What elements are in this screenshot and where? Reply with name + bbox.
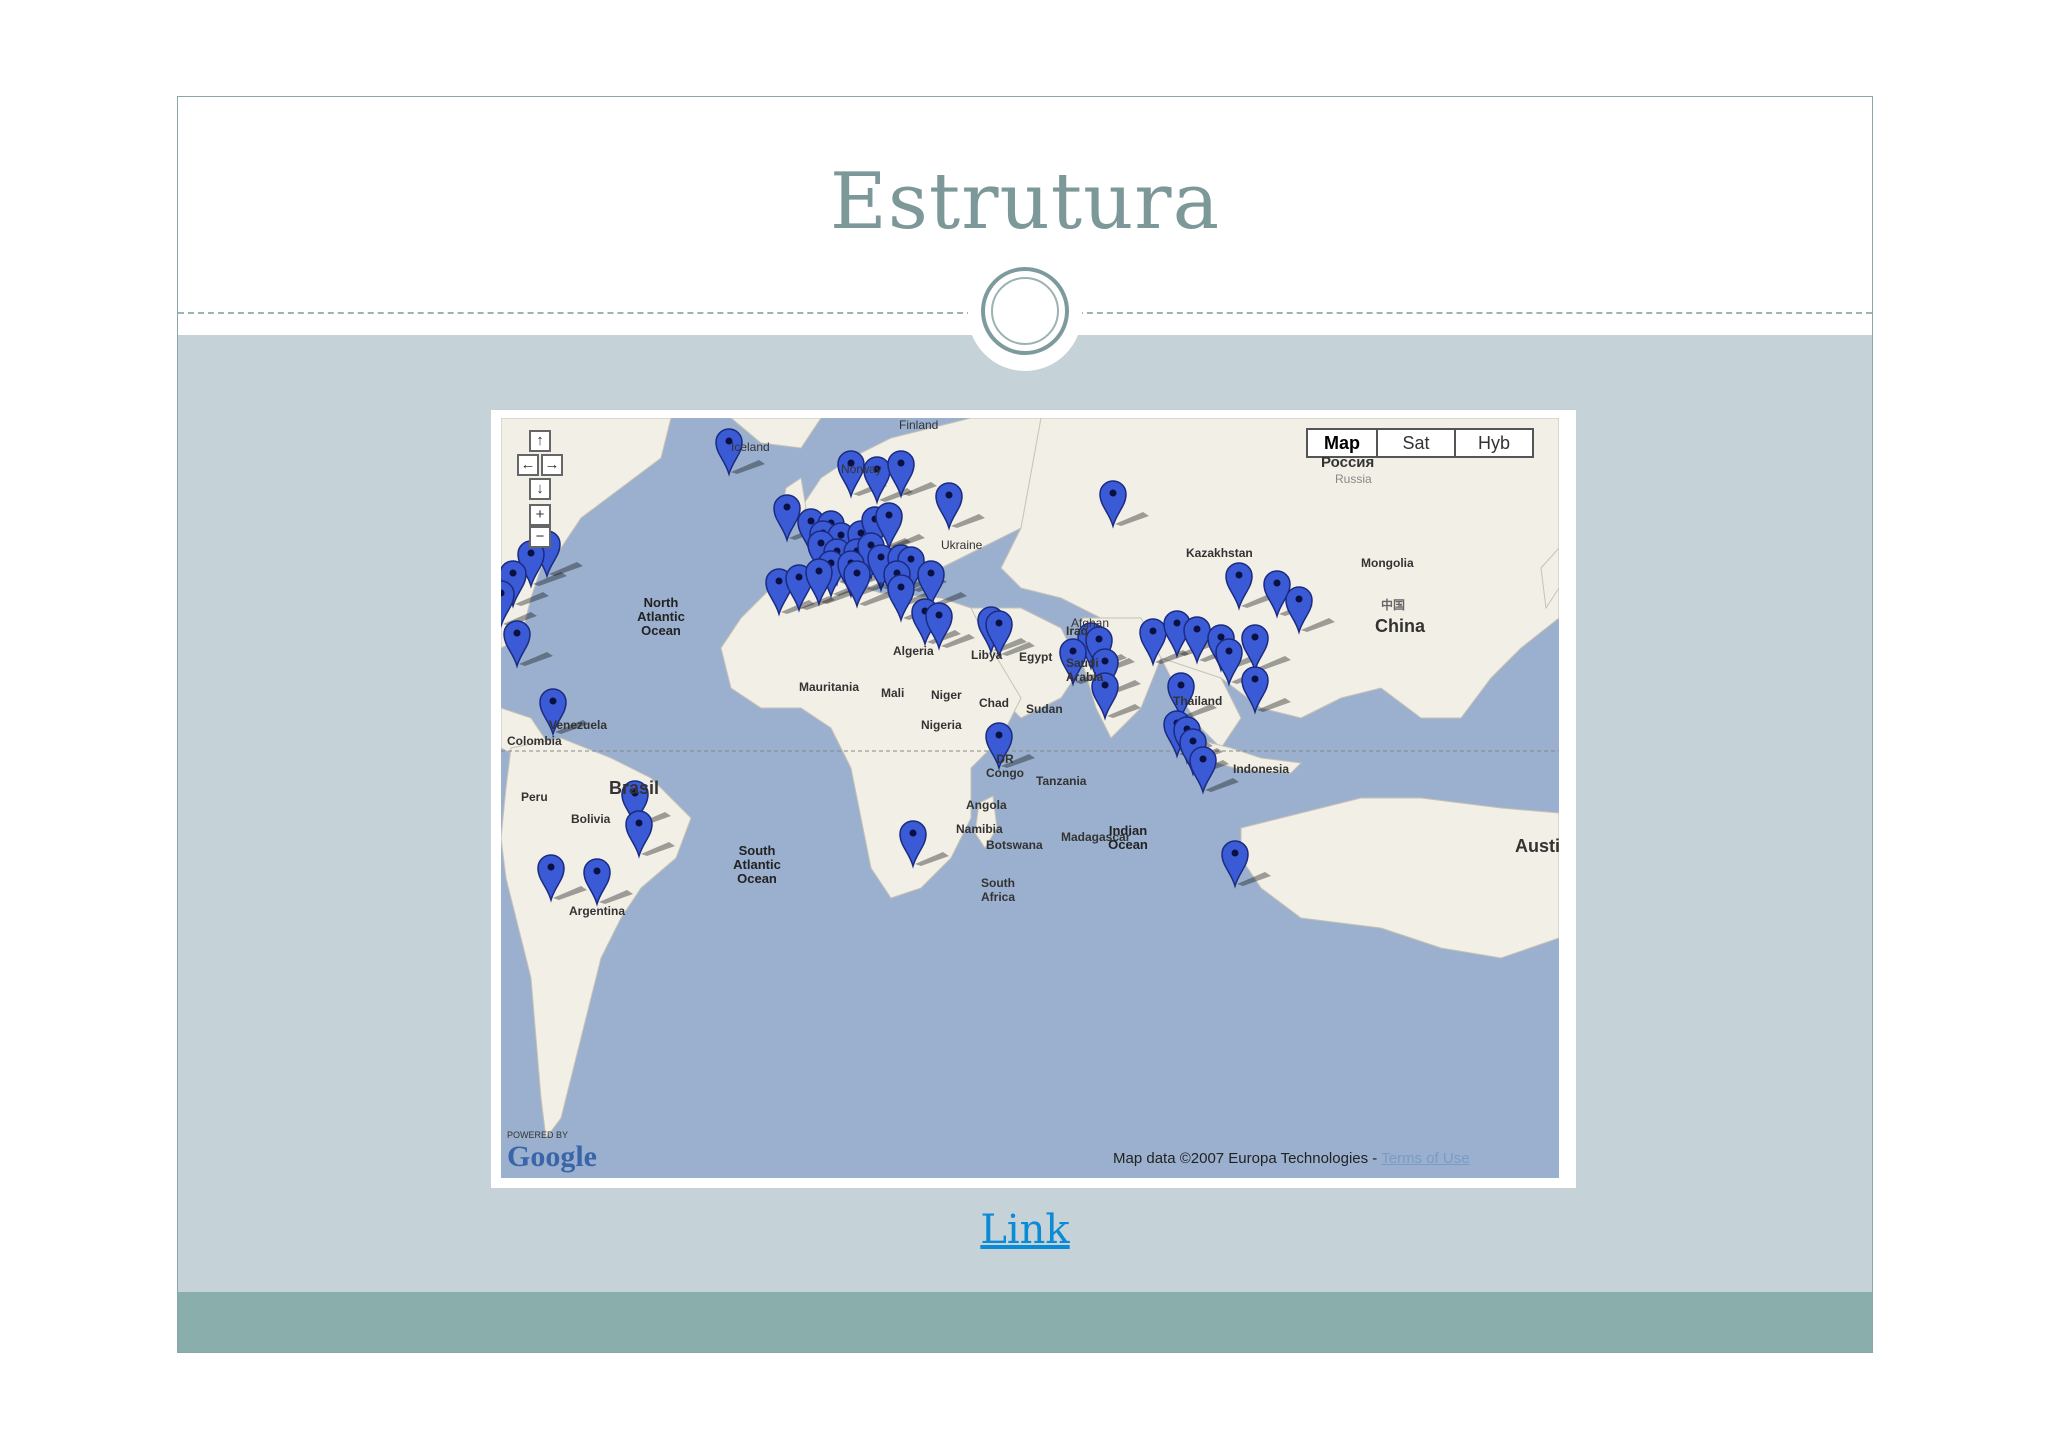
label-north-atlantic-ocean: North Atlantic Ocean — [637, 595, 685, 638]
label-namibia: Namibia — [956, 822, 1003, 836]
label-egypt: Egypt — [1019, 650, 1053, 664]
map-pin-icon[interactable] — [625, 810, 675, 859]
label-peru: Peru — [521, 790, 548, 804]
label-chad: Chad — [979, 696, 1009, 710]
map-pin-icon[interactable] — [1241, 666, 1291, 715]
map-pin-icon[interactable] — [1221, 840, 1271, 889]
label-bolivia: Bolivia — [571, 812, 611, 826]
label-argentina: Argentina — [569, 904, 626, 918]
label-russia: Russia — [1335, 472, 1372, 486]
map-attribution: Map data ©2007 Europa Technologies - Ter… — [1113, 1150, 1470, 1167]
slide-footer-bar — [178, 1292, 1872, 1352]
zoom-out-button[interactable]: − — [529, 526, 551, 548]
pan-right-button[interactable]: → — [541, 454, 563, 476]
label-saudi: Saudi Arabia — [1066, 656, 1104, 684]
pan-left-button[interactable]: ← — [517, 454, 539, 476]
label-kazakhstan: Kazakhstan — [1186, 546, 1253, 560]
map-pin-icon[interactable] — [583, 858, 633, 907]
label-nigeria: Nigeria — [921, 718, 962, 732]
slide-title: Estrutura — [829, 157, 1221, 247]
map-pin-icon[interactable] — [1241, 624, 1291, 673]
label-iceland: Iceland — [731, 440, 770, 454]
label-russia-cyrillic: Россия — [1321, 454, 1375, 471]
map-pin-icon[interactable] — [1189, 746, 1239, 795]
label-mali: Mali — [881, 686, 905, 700]
label-finland: Finland — [899, 418, 939, 432]
label-ukraine: Ukraine — [941, 538, 983, 552]
attribution-text: Map data ©2007 Europa Technologies - — [1113, 1150, 1382, 1167]
label-australia: Austi — [1515, 836, 1559, 856]
label-indonesia: Indonesia — [1233, 762, 1290, 776]
world-map[interactable]: ↑ ← → ↓ + − Map Sat Hyb Россия Russia Ka… — [501, 418, 1559, 1178]
map-image-frame: ↑ ← → ↓ + − Map Sat Hyb Россия Russia Ka… — [491, 410, 1576, 1188]
map-pin-icon[interactable] — [1285, 586, 1335, 635]
map-markers-layer — [501, 428, 1335, 907]
label-brasil: Brasil — [609, 778, 660, 798]
label-colombia: Colombia — [507, 734, 562, 748]
label-thailand: Thailand — [1173, 694, 1223, 708]
map-pin-icon[interactable] — [503, 620, 553, 669]
label-tanzania: Tanzania — [1036, 774, 1087, 788]
zoom-in-button[interactable]: + — [529, 504, 551, 526]
label-libya: Libya — [971, 648, 1003, 662]
slide: Estrutura ↑ ← → ↓ + − Map Sat Hyb Россия… — [177, 96, 1873, 1353]
map-pin-icon[interactable] — [1099, 480, 1149, 529]
label-angola: Angola — [966, 798, 1007, 812]
google-logo: Google — [507, 1140, 597, 1173]
label-china-cjk: 中国 — [1381, 598, 1406, 612]
label-sudan: Sudan — [1026, 702, 1063, 716]
powered-by-label: POWERED BY — [507, 1130, 569, 1140]
label-algeria: Algeria — [893, 644, 934, 658]
label-mauritania: Mauritania — [799, 680, 860, 694]
label-niger: Niger — [931, 688, 962, 702]
label-mongolia: Mongolia — [1361, 556, 1414, 570]
slide-link[interactable]: Link — [178, 1207, 1872, 1253]
label-south-atlantic-ocean: South Atlantic Ocean — [733, 843, 781, 886]
pan-up-button[interactable]: ↑ — [529, 430, 551, 452]
label-botswana: Botswana — [986, 838, 1043, 852]
divider-ornament-circle — [981, 267, 1069, 355]
label-china: China — [1375, 616, 1426, 636]
label-south-africa: South Africa — [981, 876, 1016, 904]
label-indian-ocean: Indian Ocean — [1108, 823, 1148, 852]
map-pin-icon[interactable] — [537, 854, 587, 903]
map-pin-icon[interactable] — [899, 820, 949, 869]
map-type-hyb-button[interactable]: Hyb — [1454, 428, 1534, 458]
terms-of-use-link[interactable]: Terms of Use — [1381, 1150, 1469, 1167]
label-drc: DR Congo — [986, 752, 1024, 780]
label-afghanistan: Afghan — [1071, 616, 1110, 630]
map-type-sat-button[interactable]: Sat — [1376, 428, 1456, 458]
label-venezuela: Venezuela — [549, 718, 608, 732]
map-pin-icon[interactable] — [935, 482, 985, 531]
map-pin-icon[interactable] — [887, 450, 937, 499]
label-norway: Norway — [841, 462, 882, 476]
pan-down-button[interactable]: ↓ — [529, 478, 551, 500]
